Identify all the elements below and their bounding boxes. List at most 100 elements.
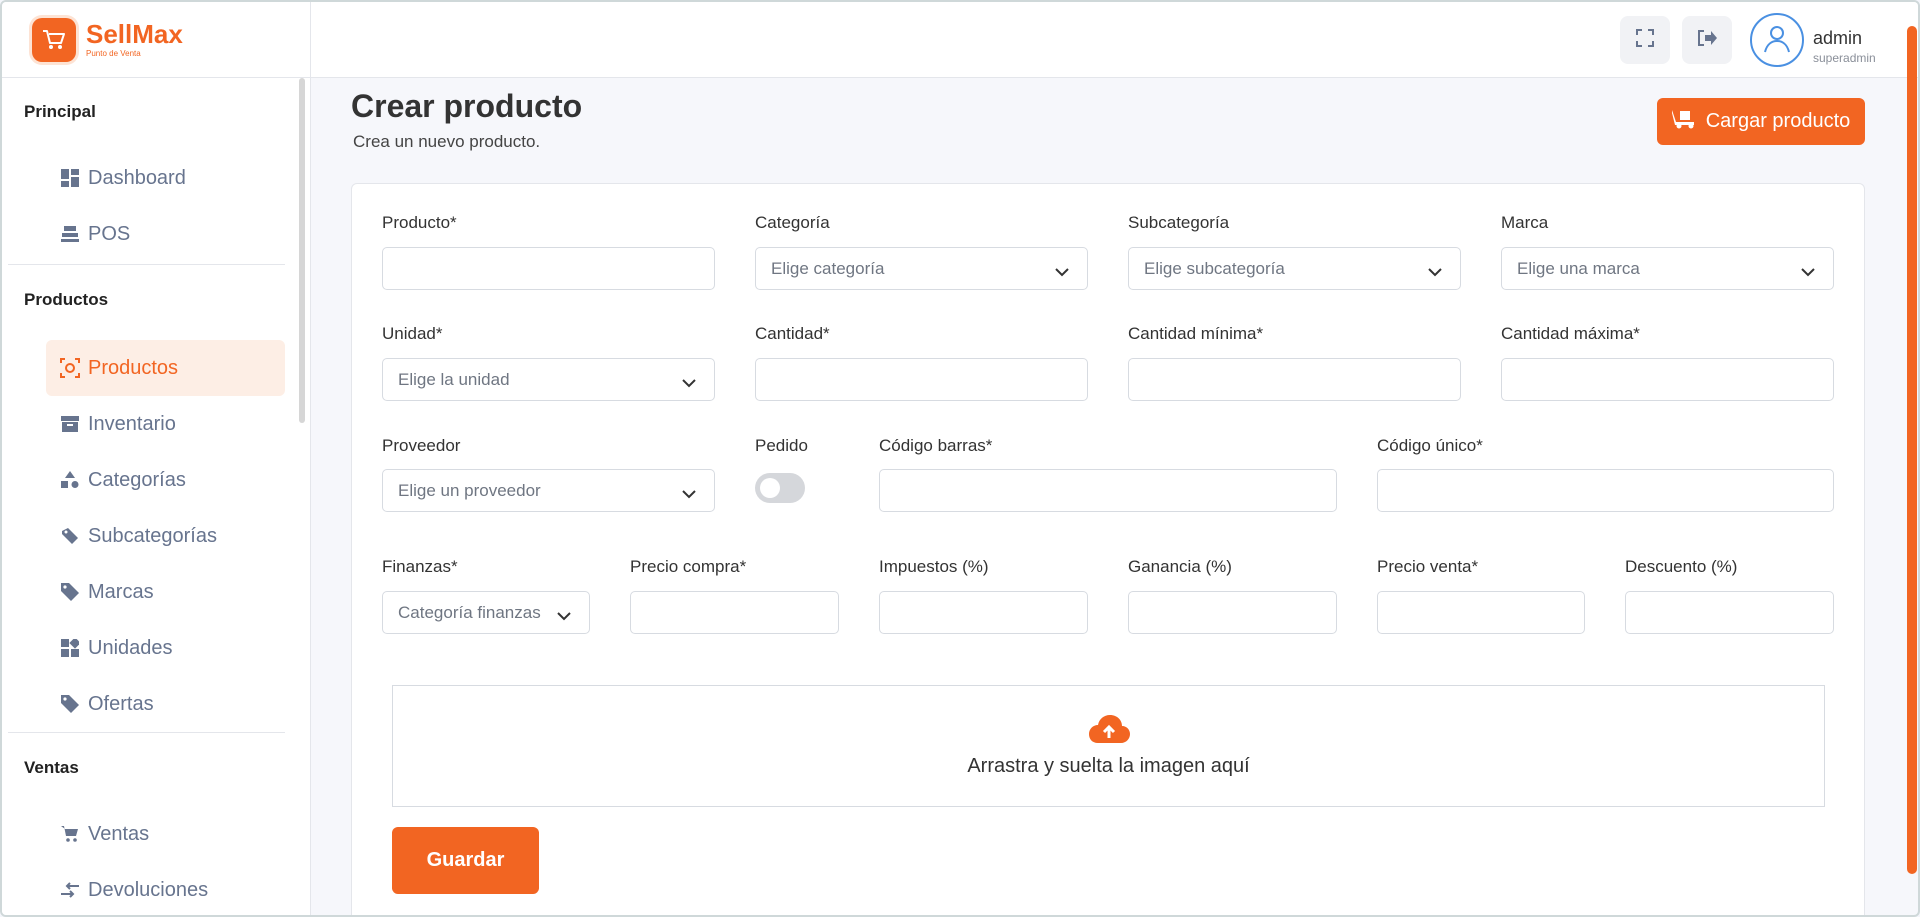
sidebar-item-label: POS <box>88 222 131 245</box>
sidebar-item-categorias[interactable]: Categorías <box>46 452 285 508</box>
cantidad-maxima-input[interactable] <box>1501 358 1834 401</box>
app-window: SellMax Punto de Venta Principal Dashboa… <box>0 0 1920 917</box>
fullscreen-button[interactable] <box>1620 16 1670 64</box>
sidebar-item-dashboard[interactable]: Dashboard <box>46 150 285 206</box>
proveedor-placeholder: Elige un proveedor <box>398 480 541 500</box>
sidebar-item-marcas[interactable]: Marcas <box>46 564 285 620</box>
brand[interactable]: SellMax Punto de Venta <box>2 2 310 78</box>
logout-icon <box>1697 29 1717 52</box>
precio-compra-label: Precio compra* <box>630 557 747 576</box>
finanzas-placeholder: Categoría finanzas <box>398 602 541 622</box>
ganancia-label: Ganancia (%) <box>1128 557 1232 576</box>
categoria-select[interactable]: Elige categoría <box>755 247 1088 290</box>
image-dropzone[interactable]: Arrastra y suelta la imagen aquí <box>392 685 1825 807</box>
sidebar-item-label: Inventario <box>88 412 176 435</box>
categoria-placeholder: Elige categoría <box>771 258 885 278</box>
sidebar-item-unidades[interactable]: Unidades <box>46 620 285 676</box>
proveedor-select[interactable]: Elige un proveedor <box>382 469 715 512</box>
unidad-select[interactable]: Elige la unidad <box>382 358 715 401</box>
tag-icon <box>60 582 80 602</box>
marca-select[interactable]: Elige una marca <box>1501 247 1834 290</box>
unidad-label: Unidad* <box>382 324 443 343</box>
brand-name: SellMax <box>86 19 183 49</box>
precio-venta-label: Precio venta* <box>1377 557 1479 576</box>
section-productos: Productos <box>24 290 109 309</box>
divider <box>8 264 285 265</box>
user-role: superadmin <box>1813 51 1876 65</box>
avatar[interactable] <box>1750 13 1804 67</box>
descuento-input[interactable] <box>1625 591 1834 634</box>
marca-placeholder: Elige una marca <box>1517 258 1640 278</box>
toggle-knob <box>760 478 780 498</box>
save-button[interactable]: Guardar <box>392 827 539 894</box>
grid-icon <box>60 638 80 658</box>
cantidad-minima-label: Cantidad mínima* <box>1128 324 1264 343</box>
proveedor-label: Proveedor <box>382 436 461 455</box>
cloud-upload-icon <box>1088 714 1130 749</box>
producto-input[interactable] <box>382 247 715 290</box>
page-subtitle: Crea un nuevo producto. <box>353 132 541 151</box>
subcategoria-select[interactable]: Elige subcategoría <box>1128 247 1461 290</box>
pos-icon <box>60 224 80 244</box>
page-scrollbar[interactable] <box>1907 26 1917 874</box>
dashboard-icon <box>60 168 80 188</box>
sidebar-item-label: Ventas <box>88 822 150 845</box>
cantidad-label: Cantidad* <box>755 324 830 343</box>
cantidad-maxima-label: Cantidad máxima* <box>1501 324 1640 343</box>
cantidad-minima-input[interactable] <box>1128 358 1461 401</box>
load-product-button[interactable]: Cargar producto <box>1657 98 1865 145</box>
descuento-label: Descuento (%) <box>1625 557 1738 576</box>
codigo-unico-input[interactable] <box>1377 469 1834 512</box>
sidebar-item-pos[interactable]: POS <box>46 206 285 262</box>
sidebar-item-label: Marcas <box>88 580 154 603</box>
sidebar-item-ofertas[interactable]: Ofertas <box>46 676 285 732</box>
archive-icon <box>60 414 80 434</box>
marca-label: Marca <box>1501 213 1549 232</box>
ganancia-input[interactable] <box>1128 591 1337 634</box>
sidebar-item-label: Dashboard <box>88 166 186 189</box>
cantidad-input[interactable] <box>755 358 1088 401</box>
categoria-label: Categoría <box>755 213 830 232</box>
truck-icon <box>1671 109 1698 135</box>
section-principal: Principal <box>24 102 96 121</box>
pedido-label: Pedido <box>755 436 808 455</box>
sidebar-item-devoluciones[interactable]: Devoluciones <box>46 862 285 915</box>
shapes-icon <box>60 470 80 490</box>
pedido-toggle[interactable] <box>755 473 805 503</box>
impuestos-input[interactable] <box>879 591 1088 634</box>
finanzas-label: Finanzas* <box>382 557 458 576</box>
tag-icon <box>60 694 80 714</box>
chevron-down-icon <box>1801 262 1815 282</box>
user-icon <box>1760 21 1794 60</box>
cart-logo-icon <box>32 17 76 62</box>
sidebar-item-label: Productos <box>88 356 179 379</box>
section-ventas: Ventas <box>24 758 79 777</box>
sidebar-item-label: Subcategorías <box>88 524 217 547</box>
finanzas-select[interactable]: Categoría finanzas <box>382 591 590 634</box>
chevron-down-icon <box>682 484 696 504</box>
subcategoria-label: Subcategoría <box>1128 213 1230 232</box>
divider <box>8 732 285 733</box>
unidad-placeholder: Elige la unidad <box>398 369 510 389</box>
codigo-unico-label: Código único* <box>1377 436 1483 455</box>
sidebar-item-productos[interactable]: Productos <box>46 340 285 396</box>
cart-icon <box>60 824 80 844</box>
sidebar-nav: Principal Dashboard POS Productos Produc… <box>2 78 305 915</box>
sidebar-item-ventas[interactable]: Ventas <box>46 806 285 862</box>
sidebar-item-label: Ofertas <box>88 692 154 715</box>
logout-button[interactable] <box>1682 16 1732 64</box>
sidebar-item-label: Categorías <box>88 468 186 491</box>
codigo-barras-label: Código barras* <box>879 436 993 455</box>
precio-venta-input[interactable] <box>1377 591 1585 634</box>
chevron-down-icon <box>557 606 571 626</box>
precio-compra-input[interactable] <box>630 591 839 634</box>
sidebar-item-subcategorias[interactable]: Subcategorías <box>46 508 285 564</box>
sidebar-item-inventario[interactable]: Inventario <box>46 396 285 452</box>
codigo-barras-input[interactable] <box>879 469 1337 512</box>
products-icon <box>60 358 80 378</box>
sidebar-scrollbar[interactable] <box>299 78 305 423</box>
arrows-icon <box>60 880 80 900</box>
producto-label: Producto* <box>382 213 457 232</box>
brand-subtitle: Punto de Venta <box>86 49 141 58</box>
user-name: admin <box>1813 28 1863 48</box>
